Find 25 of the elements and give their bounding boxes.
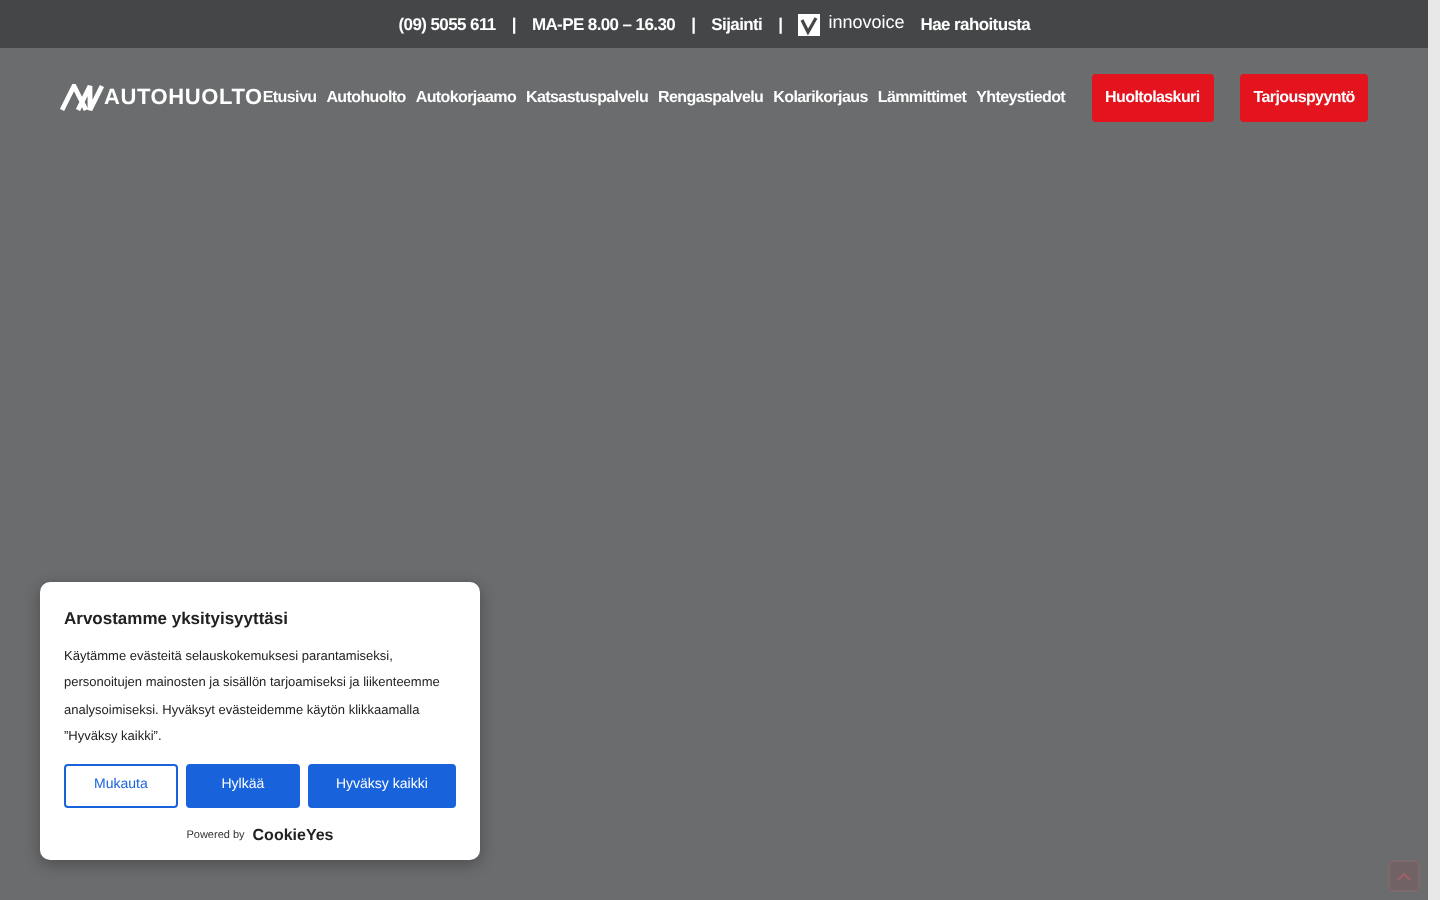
top-bar-link[interactable]: Hae rahoitusta [920, 11, 1031, 37]
nav-link[interactable]: Lämmittimet [877, 86, 967, 110]
header-button[interactable]: Huoltolaskuri [1091, 74, 1214, 122]
top-bar-link[interactable]: Sijainti [711, 11, 763, 37]
partner-logo-text[interactable]: innovoice [828, 10, 905, 38]
nav-link[interactable]: Kolarikorjaus [773, 86, 868, 110]
separator-text: | [778, 11, 783, 37]
brand-logo[interactable]: CookieYes [252, 823, 334, 848]
nav-link[interactable]: Katsastuspalvelu [526, 86, 649, 110]
nav-link[interactable]: Etusivu [262, 86, 317, 110]
separator-text: | [691, 11, 696, 37]
nav-link[interactable]: Rengaspalvelu [658, 86, 764, 110]
contact-text: MA-PE 8.00 – 16.30 [531, 11, 676, 37]
nav-link[interactable]: Autokorjaamo [415, 86, 517, 110]
check-icon [798, 13, 821, 35]
logo-icon [60, 84, 104, 112]
contact-text: (09) 5055 611 [398, 11, 496, 37]
separator-text: | [511, 11, 516, 37]
scroll-top-button[interactable] [1388, 860, 1421, 892]
header-button[interactable]: Tarjouspyyntö [1239, 74, 1369, 122]
logo-text: AUTOHUOLTO [104, 83, 263, 114]
nav-link[interactable]: Yhteystiedot [976, 86, 1066, 110]
caret-icon [1396, 871, 1413, 881]
banner-title: Arvostamme yksityisyyttäsi [64, 606, 290, 632]
nav-link[interactable]: Autohuolto [326, 86, 406, 110]
